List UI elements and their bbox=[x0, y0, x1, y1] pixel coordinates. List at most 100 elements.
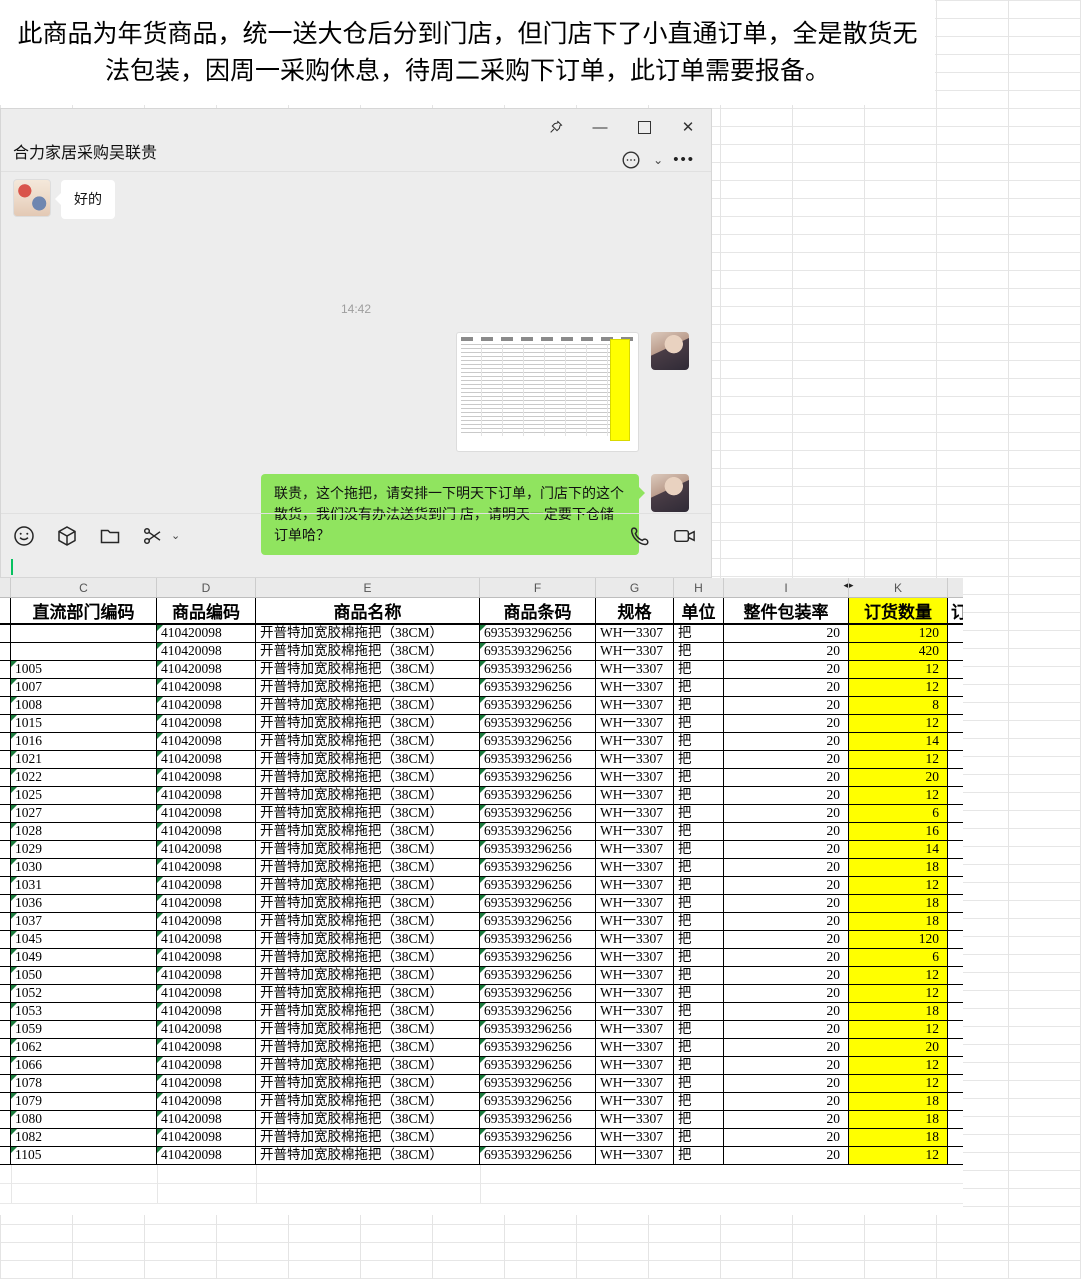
self-avatar[interactable] bbox=[651, 332, 689, 370]
cell-row-stub bbox=[0, 877, 11, 894]
file-transfer-cube-icon[interactable] bbox=[54, 523, 79, 548]
thumbnail-table-rows bbox=[461, 344, 619, 436]
minimize-button[interactable]: — bbox=[585, 115, 615, 139]
cell-item-code: 410420098 bbox=[157, 769, 256, 786]
pin-icon[interactable] bbox=[541, 115, 571, 139]
cell-barcode: 6935393296256 bbox=[480, 625, 596, 642]
chat-title: 合力家居采购吴联贵 bbox=[13, 139, 157, 163]
column-letters-row: CDEFGHIK◂▸ bbox=[0, 578, 963, 598]
folder-icon[interactable] bbox=[97, 523, 122, 548]
voice-call-icon[interactable] bbox=[627, 523, 652, 548]
cell-dept-code: 1078 bbox=[11, 1075, 157, 1092]
cell-next-partial bbox=[948, 1093, 963, 1110]
cell-spec: WH一3307 bbox=[596, 1075, 674, 1092]
table-row: 1007 410420098 开普特加宽胶棉拖把（38CM） 693539329… bbox=[0, 679, 963, 697]
cell-barcode: 6935393296256 bbox=[480, 1093, 596, 1110]
scissors-dropdown-chevron-icon[interactable]: ⌄ bbox=[171, 529, 180, 542]
cell-barcode: 6935393296256 bbox=[480, 841, 596, 858]
cell-barcode: 6935393296256 bbox=[480, 805, 596, 822]
window-controls: — ✕ bbox=[541, 115, 703, 139]
cell-next-partial bbox=[948, 733, 963, 750]
cell-dept-code: 1049 bbox=[11, 949, 157, 966]
cell-spec: WH一3307 bbox=[596, 715, 674, 732]
cell-dept-code: 1080 bbox=[11, 1111, 157, 1128]
table-row: 1027 410420098 开普特加宽胶棉拖把（38CM） 693539329… bbox=[0, 805, 963, 823]
cell-dept-code: 1105 bbox=[11, 1147, 157, 1164]
cell-row-stub bbox=[0, 625, 11, 642]
table-row: 1052 410420098 开普特加宽胶棉拖把（38CM） 693539329… bbox=[0, 985, 963, 1003]
close-button[interactable]: ✕ bbox=[673, 115, 703, 139]
cell-barcode: 6935393296256 bbox=[480, 661, 596, 678]
cell-item-name: 开普特加宽胶棉拖把（38CM） bbox=[256, 1075, 480, 1092]
cell-dept-code: 1037 bbox=[11, 913, 157, 930]
cell-order-qty: 120 bbox=[849, 625, 948, 642]
cell-item-code: 410420098 bbox=[157, 913, 256, 930]
video-call-icon[interactable] bbox=[672, 523, 697, 548]
received-message-bubble[interactable]: 好的 bbox=[61, 180, 115, 219]
cell-unit: 把 bbox=[674, 1057, 724, 1074]
column-letter-I: I bbox=[724, 578, 849, 597]
cell-dept-code: 1021 bbox=[11, 751, 157, 768]
cell-order-qty: 12 bbox=[849, 787, 948, 804]
cell-barcode: 6935393296256 bbox=[480, 895, 596, 912]
cell-row-stub bbox=[0, 805, 11, 822]
table-row: 1030 410420098 开普特加宽胶棉拖把（38CM） 693539329… bbox=[0, 859, 963, 877]
cell-next-partial bbox=[948, 1003, 963, 1020]
cell-item-code: 410420098 bbox=[157, 1075, 256, 1092]
cell-order-qty: 18 bbox=[849, 859, 948, 876]
cell-spec: WH一3307 bbox=[596, 1057, 674, 1074]
cell-next-partial bbox=[948, 661, 963, 678]
cell-next-partial bbox=[948, 625, 963, 642]
cell-order-qty: 12 bbox=[849, 1147, 948, 1164]
chevron-down-icon[interactable]: ⌄ bbox=[653, 153, 663, 167]
table-row: 1080 410420098 开普特加宽胶棉拖把（38CM） 693539329… bbox=[0, 1111, 963, 1129]
cell-unit: 把 bbox=[674, 877, 724, 894]
cell-unit: 把 bbox=[674, 1021, 724, 1038]
maximize-button[interactable] bbox=[629, 115, 659, 139]
self-avatar[interactable] bbox=[651, 474, 689, 512]
more-menu-button[interactable]: ••• bbox=[673, 151, 695, 168]
cell-pack-rate: 20 bbox=[724, 661, 849, 678]
cell-row-stub bbox=[0, 1147, 11, 1164]
cell-item-code: 410420098 bbox=[157, 877, 256, 894]
cell-dept-code: 1079 bbox=[11, 1093, 157, 1110]
table-row: 1028 410420098 开普特加宽胶棉拖把（38CM） 693539329… bbox=[0, 823, 963, 841]
cell-dept-code: 1007 bbox=[11, 679, 157, 696]
emoji-icon[interactable] bbox=[11, 523, 36, 548]
cell-unit: 把 bbox=[674, 895, 724, 912]
cell-unit: 把 bbox=[674, 679, 724, 696]
cell-item-name: 开普特加宽胶棉拖把（38CM） bbox=[256, 1039, 480, 1056]
cell-row-stub bbox=[0, 733, 11, 750]
table-row: 1016 410420098 开普特加宽胶棉拖把（38CM） 693539329… bbox=[0, 733, 963, 751]
contact-avatar[interactable] bbox=[13, 179, 51, 217]
spreadsheet-thumbnail-image[interactable] bbox=[456, 332, 639, 452]
message-input[interactable] bbox=[1, 557, 711, 578]
cell-pack-rate: 20 bbox=[724, 1111, 849, 1128]
cell-pack-rate: 20 bbox=[724, 751, 849, 768]
table-row: 1066 410420098 开普特加宽胶棉拖把（38CM） 693539329… bbox=[0, 1057, 963, 1075]
screenshot-scissors-icon[interactable] bbox=[140, 523, 165, 548]
cell-row-stub bbox=[0, 715, 11, 732]
cell-order-qty: 18 bbox=[849, 895, 948, 912]
cell-row-stub bbox=[0, 985, 11, 1002]
cell-unit: 把 bbox=[674, 1039, 724, 1056]
cell-next-partial bbox=[948, 805, 963, 822]
cell-barcode: 6935393296256 bbox=[480, 931, 596, 948]
table-row: 1008 410420098 开普特加宽胶棉拖把（38CM） 693539329… bbox=[0, 697, 963, 715]
cell-unit: 把 bbox=[674, 1129, 724, 1146]
cell-pack-rate: 20 bbox=[724, 1093, 849, 1110]
chat-bubble-ellipsis-icon[interactable] bbox=[618, 147, 643, 172]
cell-spec: WH一3307 bbox=[596, 949, 674, 966]
cell-unit: 把 bbox=[674, 769, 724, 786]
cell-next-partial bbox=[948, 1039, 963, 1056]
chat-header-menu: ⌄ ••• bbox=[618, 147, 695, 172]
cell-unit: 把 bbox=[674, 625, 724, 642]
cell-spec: WH一3307 bbox=[596, 1129, 674, 1146]
cell-barcode: 6935393296256 bbox=[480, 949, 596, 966]
cell-item-name: 开普特加宽胶棉拖把（38CM） bbox=[256, 769, 480, 786]
cell-barcode: 6935393296256 bbox=[480, 787, 596, 804]
cell-item-code: 410420098 bbox=[157, 895, 256, 912]
text-cursor bbox=[11, 559, 13, 575]
cell-item-code: 410420098 bbox=[157, 859, 256, 876]
cell-pack-rate: 20 bbox=[724, 877, 849, 894]
